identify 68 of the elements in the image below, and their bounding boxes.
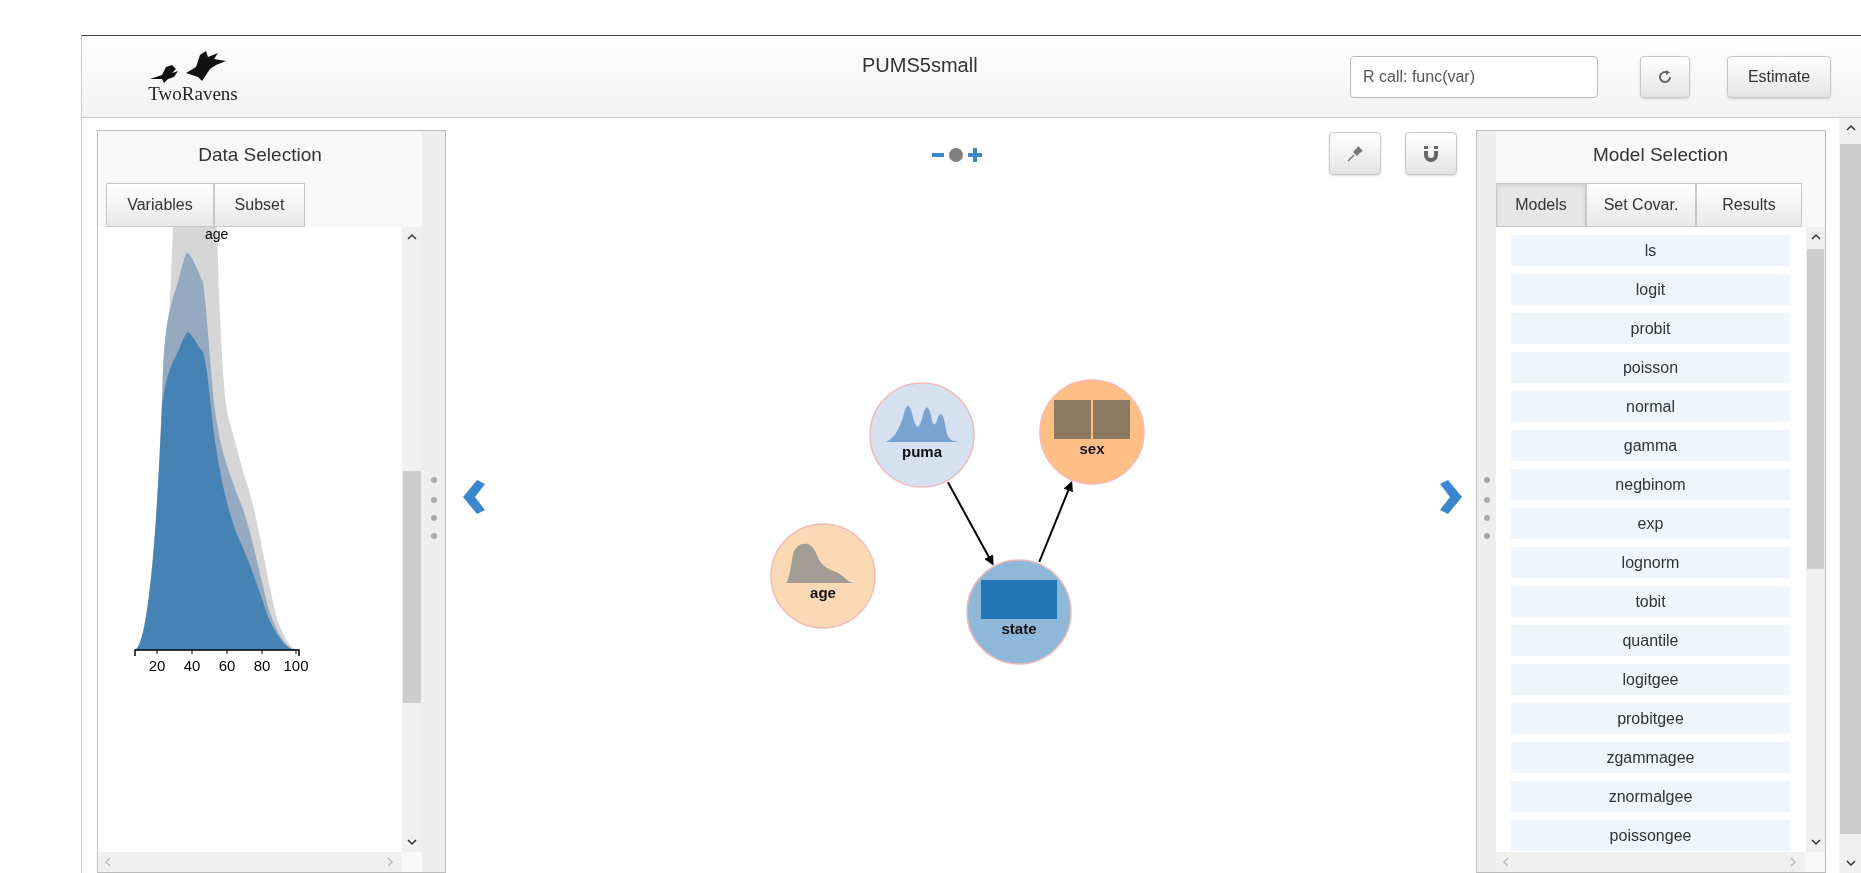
model-list-item[interactable]: logit [1511, 274, 1790, 305]
scroll-up-icon[interactable] [407, 233, 417, 241]
horizontal-scrollbar[interactable] [1496, 852, 1805, 872]
model-list-item[interactable]: poisson [1511, 352, 1790, 383]
scroll-down-icon[interactable] [1810, 838, 1821, 846]
model-list-item[interactable]: negbinom [1511, 469, 1790, 500]
panel-title: Model Selection [1591, 143, 1730, 167]
scroll-left-icon[interactable] [104, 857, 112, 867]
horizontal-scrollbar[interactable] [98, 852, 402, 872]
refresh-button[interactable] [1640, 55, 1690, 98]
zoom-handle-icon[interactable] [949, 148, 963, 162]
r-call-field[interactable]: R call: func(var) [1350, 55, 1598, 98]
bar-glyph-icon [1054, 400, 1130, 439]
model-list-item[interactable]: lognorm [1511, 547, 1790, 578]
panel-tab[interactable]: Models [1496, 183, 1586, 227]
model-list-item[interactable]: probit [1511, 313, 1790, 344]
node-label: age [810, 584, 836, 601]
node-label: sex [1079, 440, 1105, 457]
axis-tick-label: 20 [148, 657, 166, 674]
magnet-icon [1423, 144, 1439, 163]
model-list-item[interactable]: zgammagee [1511, 742, 1790, 773]
pin-button[interactable] [1329, 132, 1381, 175]
estimate-button[interactable]: Estimate [1727, 55, 1831, 98]
zoom-in-icon[interactable] [968, 148, 982, 162]
refresh-icon [1657, 68, 1673, 85]
panel-tab[interactable]: Results [1696, 183, 1802, 227]
drag-handle-icon[interactable] [430, 477, 437, 539]
scroll-left-icon[interactable] [1502, 857, 1510, 867]
panel-tab[interactable]: Subset [214, 183, 305, 227]
logo-text: TwoRavens [148, 82, 238, 105]
axis-tick-label: 100 [283, 657, 309, 674]
scroll-right-icon[interactable] [386, 857, 394, 867]
model-list-item[interactable]: probitgee [1511, 703, 1790, 734]
model-list-item[interactable]: ls [1511, 235, 1790, 266]
scroll-down-icon[interactable] [407, 838, 417, 846]
model-list-item[interactable]: poissongee [1511, 820, 1790, 851]
scroll-down-icon[interactable] [1845, 859, 1856, 867]
scrollbar[interactable] [1806, 227, 1825, 852]
scrollbar[interactable] [402, 227, 422, 852]
pin-icon [1346, 144, 1364, 163]
panel-title: Data Selection [197, 143, 323, 167]
density-glyph-icon [886, 405, 959, 442]
model-list-item[interactable]: exp [1511, 508, 1790, 539]
scrollbar-thumb[interactable] [403, 471, 421, 703]
magnet-button[interactable] [1405, 132, 1457, 175]
collapse-right-icon[interactable] [1440, 480, 1462, 514]
panel-tab[interactable]: Variables [106, 183, 214, 227]
axis-tick-label: 80 [253, 657, 271, 674]
scroll-up-icon[interactable] [1810, 233, 1821, 241]
drag-handle-icon[interactable] [1483, 477, 1490, 539]
node-label: puma [902, 443, 942, 460]
model-list-item[interactable]: normal [1511, 391, 1790, 422]
model-list-item[interactable]: znormalgee [1511, 781, 1790, 812]
dataset-title: PUMS5small [862, 54, 978, 77]
collapse-left-icon[interactable] [463, 480, 485, 514]
model-list-item[interactable]: logitgee [1511, 664, 1790, 695]
bar-glyph-icon [981, 580, 1057, 619]
scroll-right-icon[interactable] [1789, 857, 1797, 867]
scrollbar-thumb[interactable] [1807, 249, 1824, 569]
model-list-item[interactable]: quantile [1511, 625, 1790, 656]
model-list-item[interactable]: tobit [1511, 586, 1790, 617]
node-label: state [1001, 620, 1037, 637]
model-list-item[interactable]: gamma [1511, 430, 1790, 461]
axis-tick-label: 40 [183, 657, 201, 674]
panel-tab[interactable]: Set Covar. [1586, 183, 1696, 227]
scroll-up-icon[interactable] [1845, 124, 1856, 132]
axis-tick-label: 60 [218, 657, 236, 674]
plot-variable-label: age [205, 227, 229, 242]
